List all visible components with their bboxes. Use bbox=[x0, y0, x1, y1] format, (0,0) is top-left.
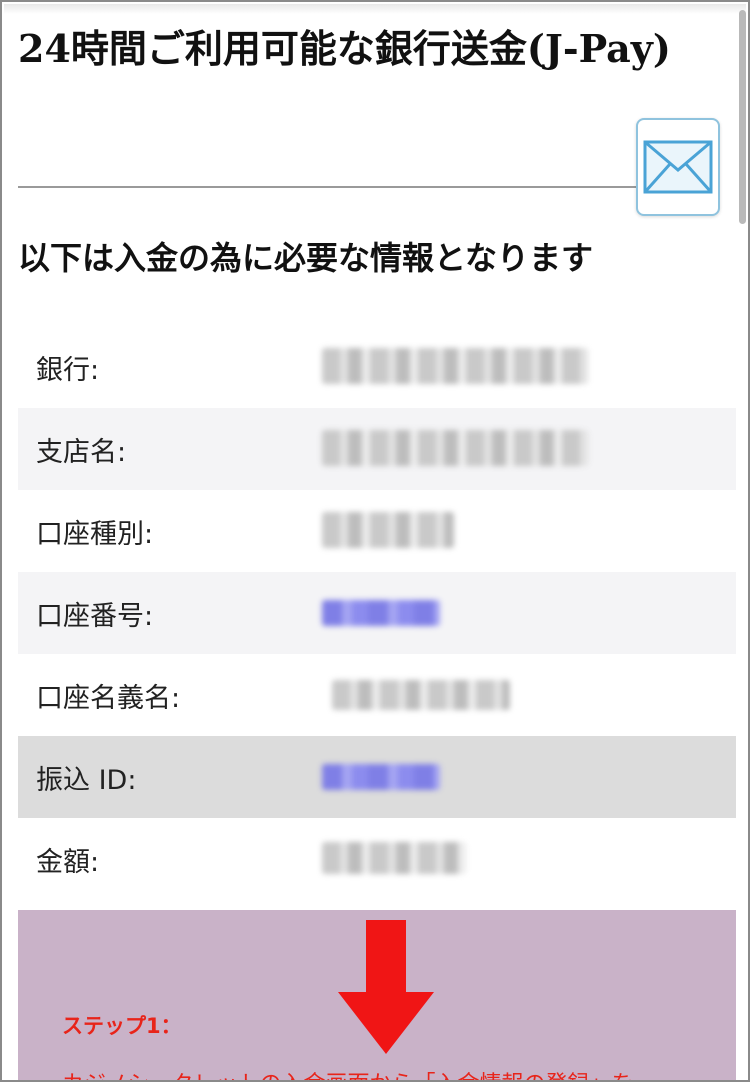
bank-info-row-account-number: 口座番号: bbox=[18, 572, 736, 654]
bank-info-table: 銀行: 支店名: 口座種別: 口座番号: 口座名義名: 振込 ID: 金額: bbox=[18, 326, 736, 902]
redacted-value bbox=[322, 348, 588, 384]
redacted-value bbox=[322, 430, 588, 466]
title-divider bbox=[18, 186, 718, 188]
row-label: 口座名義名: bbox=[36, 682, 181, 714]
row-label: 支店名: bbox=[36, 436, 127, 468]
step-instruction-panel: ステップ1： カジノシークレットの入金画面から「入金情報の登録」を bbox=[18, 910, 736, 1080]
section-subtitle: 以下は入金の為に必要な情報となります bbox=[18, 239, 594, 277]
bank-info-row-branch: 支店名: bbox=[18, 408, 736, 490]
redacted-value bbox=[322, 842, 466, 874]
row-label: 金額: bbox=[36, 846, 100, 878]
redacted-value bbox=[332, 680, 510, 710]
redacted-link-value[interactable] bbox=[322, 764, 440, 790]
row-label: 振込 ID: bbox=[36, 764, 137, 796]
bank-info-row-transfer-id: 振込 ID: bbox=[18, 736, 736, 818]
row-label: 銀行: bbox=[36, 354, 100, 386]
page-frame: 24時間ご利用可能な銀行送金(J-Pay) 以下は入金の為に必要な情報となります… bbox=[0, 0, 750, 1082]
down-arrow-icon bbox=[338, 920, 434, 1054]
redacted-link-value[interactable] bbox=[322, 600, 440, 626]
step-label: ステップ1： bbox=[62, 1014, 182, 1038]
page-title: 24時間ご利用可能な銀行送金(J-Pay) bbox=[18, 26, 671, 71]
envelope-icon bbox=[643, 140, 713, 194]
bank-info-row-account-holder: 口座名義名: bbox=[18, 654, 736, 736]
top-shadow bbox=[4, 4, 746, 14]
step-text: カジノシークレットの入金画面から「入金情報の登録」を bbox=[62, 1066, 634, 1080]
bank-info-row-bank: 銀行: bbox=[18, 326, 736, 408]
row-label: 口座番号: bbox=[36, 600, 154, 632]
bank-info-row-amount: 金額: bbox=[18, 818, 736, 900]
redacted-value bbox=[322, 512, 454, 548]
contact-mail-button[interactable] bbox=[636, 118, 720, 216]
bank-info-row-account-type: 口座種別: bbox=[18, 490, 736, 572]
row-label: 口座種別: bbox=[36, 518, 154, 550]
scrollbar[interactable] bbox=[739, 10, 746, 224]
